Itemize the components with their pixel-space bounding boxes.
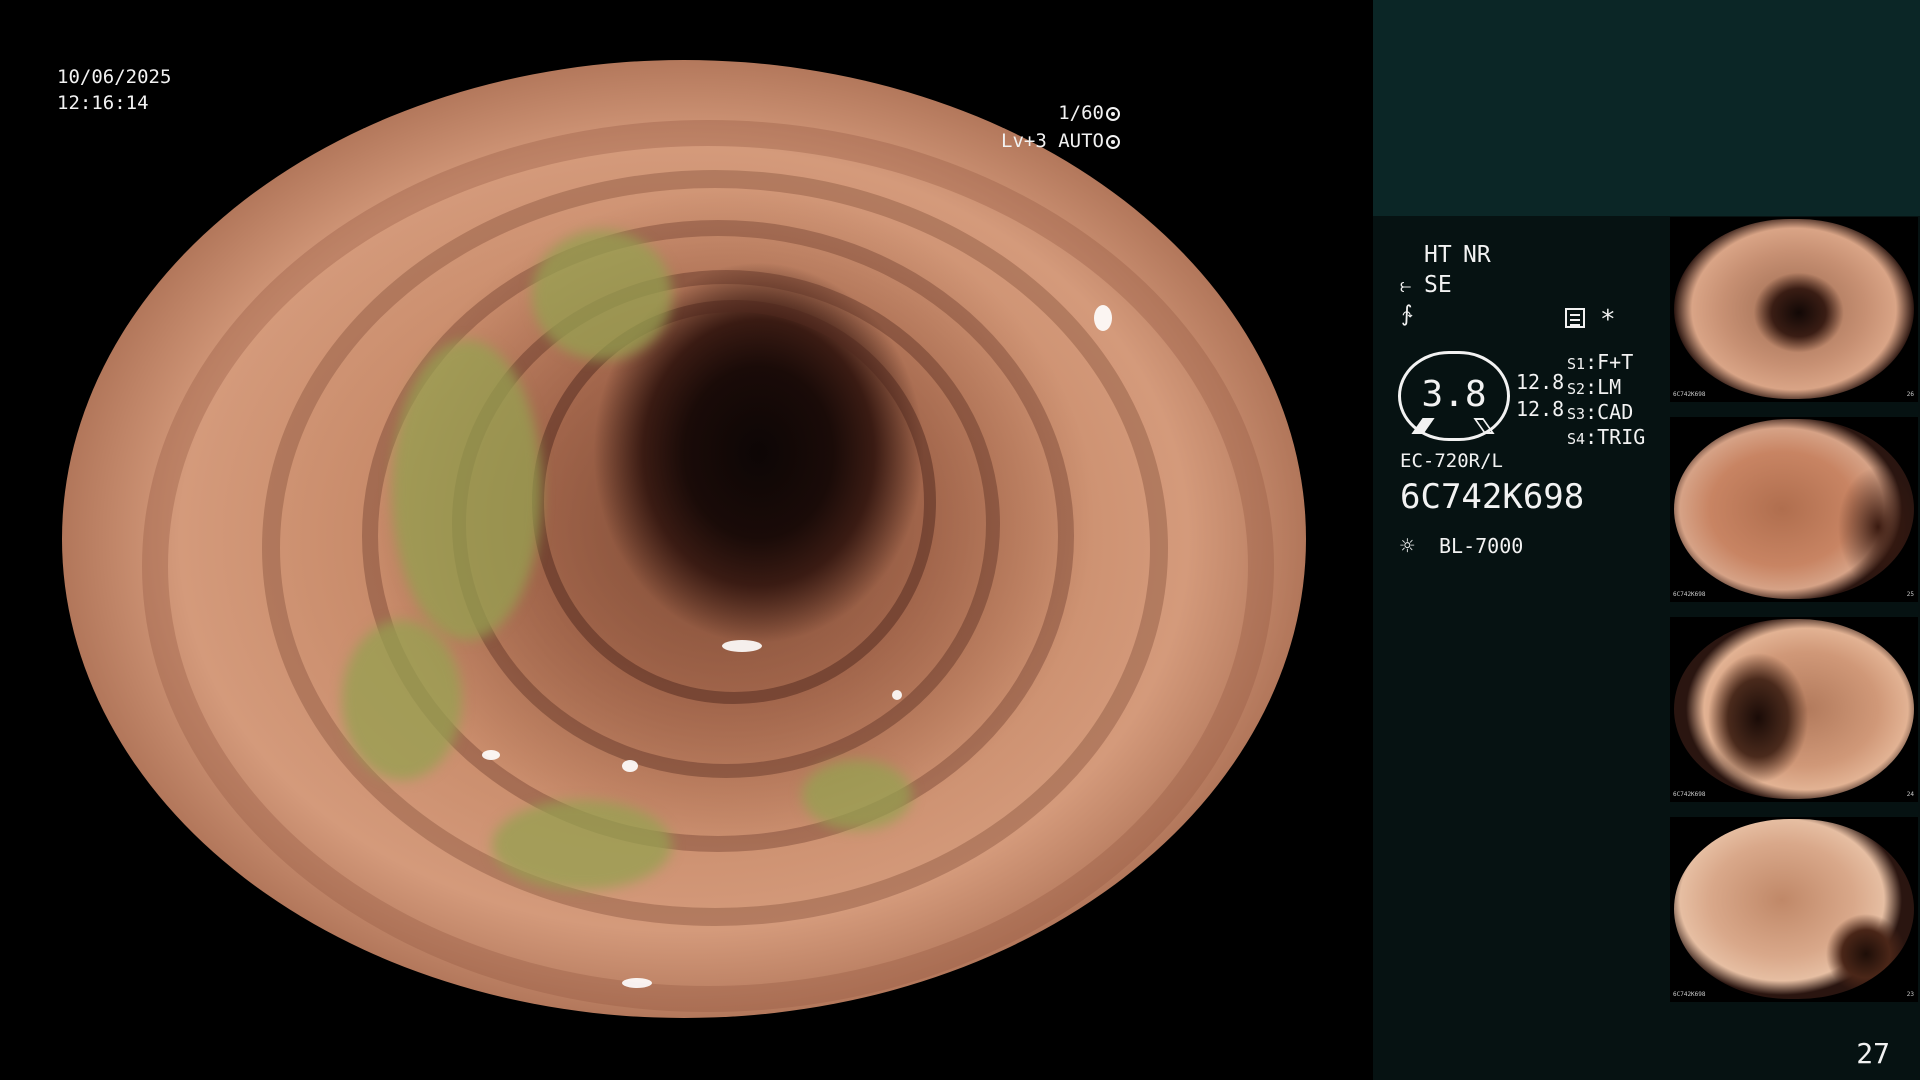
endoscope-view [62,60,1306,1018]
thumbnail-image [1674,619,1914,799]
datetime: 10/06/2025 12:16:14 [57,64,171,116]
thumbnail-image [1674,819,1914,999]
switch-s3: S3:CAD [1567,400,1634,424]
shutter-icon [1106,107,1120,121]
scope-serial: 6C742K698 [1400,477,1585,517]
color-enhance-icon: ∱ [1401,302,1413,327]
thumbnail[interactable]: 6C742K698 25 [1670,417,1918,602]
level-text: Lv+3 [1001,130,1047,152]
gauge: 3.8 [1398,351,1510,441]
shutter-text: 1/60 [1058,102,1104,124]
nr-label: NR [1463,242,1491,268]
ht-label: HT [1424,242,1452,268]
thumbnail[interactable]: 6C742K698 26 [1670,217,1918,402]
time-text: 12:16:14 [57,92,149,114]
thumbnail-index: 26 [1906,391,1914,398]
light-source: BL-7000 [1439,534,1524,558]
thumbnail-index: 23 [1906,991,1914,998]
thumbnail-index: 25 [1906,591,1914,598]
date-text: 10/06/2025 [57,66,172,88]
value-1: 12.8 [1516,370,1565,394]
auto-iris-icon [1106,135,1120,149]
gauge-marker-right [1473,418,1495,434]
page-number: 27 [1856,1037,1890,1070]
info-panel-header [1373,0,1920,216]
switch-s2: S2:LM [1567,375,1622,399]
mode-text: AUTO [1058,130,1104,152]
scope-model: EC-720R/L [1400,450,1503,472]
switch-s1: S1:F+T [1567,350,1634,374]
se-label: SE [1424,272,1452,298]
lamp-icon: ☼ [1400,532,1415,560]
thumbnail-serial: 6C742K698 [1673,591,1706,598]
thumbnail-serial: 6C742K698 [1673,791,1706,798]
thumbnail-image [1674,219,1914,399]
star-label: * [1600,305,1616,335]
exposure-info: 1/60 Lv+3 AUTO [1001,99,1120,155]
menu-icon [1565,308,1585,328]
value-2: 12.8 [1516,397,1565,421]
thumbnail-serial: 6C742K698 [1673,391,1706,398]
switch-s4: S4:TRIG [1567,425,1646,449]
structure-enhance-icon: ⥼ [1400,273,1412,297]
gauge-marker-left [1411,418,1435,434]
thumbnail[interactable]: 6C742K698 23 [1670,817,1918,1002]
thumbnail-serial: 6C742K698 [1673,991,1706,998]
thumbnail-image [1674,419,1914,599]
gauge-value: 3.8 [1421,374,1487,415]
thumbnail[interactable]: 6C742K698 24 [1670,617,1918,802]
thumbnail-index: 24 [1906,791,1914,798]
